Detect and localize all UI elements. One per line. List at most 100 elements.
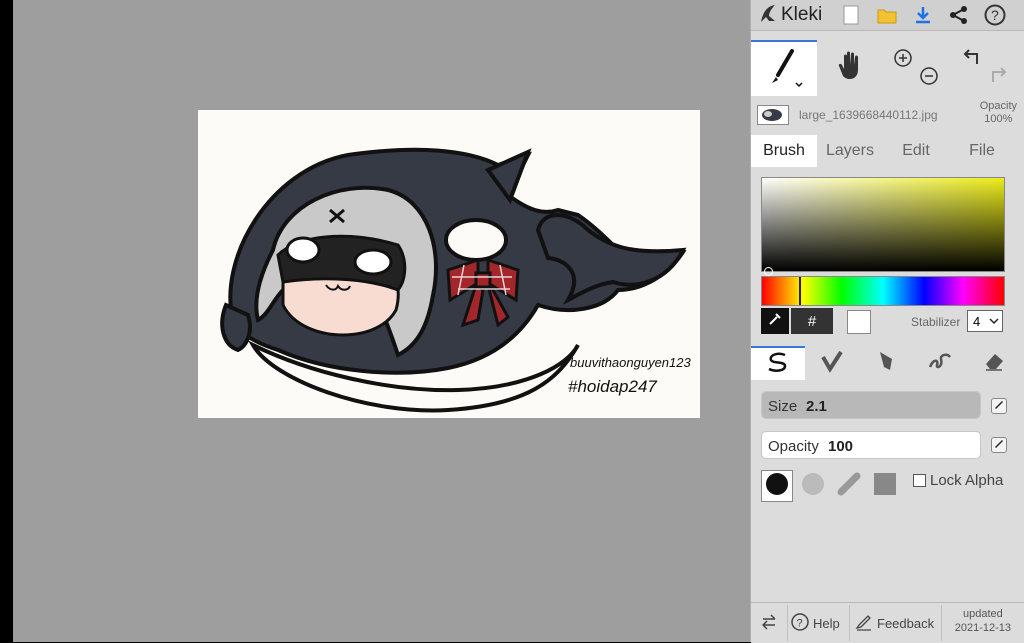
hue-slider[interactable] bbox=[761, 276, 1005, 306]
layer-thumbnail[interactable] bbox=[757, 105, 789, 125]
hand-tool-icon bbox=[835, 50, 865, 87]
pixel-brush-button[interactable] bbox=[913, 346, 967, 380]
feedback-icon bbox=[855, 613, 873, 634]
eraser-icon bbox=[982, 350, 1006, 377]
pen-brush-button[interactable] bbox=[751, 346, 805, 380]
file-info: large_1639668440112.jpg Opacity 100% bbox=[751, 98, 1024, 132]
new-file-icon[interactable] bbox=[839, 3, 863, 27]
pixel-brush-icon bbox=[927, 349, 953, 378]
calligraphy-shape-button[interactable] bbox=[833, 470, 865, 502]
app-logo[interactable]: Kleki bbox=[757, 3, 822, 27]
hand-tool-button[interactable] bbox=[817, 40, 883, 96]
size-pressure-toggle[interactable] bbox=[991, 398, 1007, 414]
chevron-down-icon bbox=[989, 311, 999, 338]
app-title: Kleki bbox=[781, 4, 823, 25]
layer-opacity-label: Opacity bbox=[979, 100, 1017, 112]
svg-text:?: ? bbox=[797, 617, 803, 629]
redo-icon[interactable] bbox=[989, 66, 1011, 91]
pen-brush-icon bbox=[763, 350, 793, 379]
canvas-workspace[interactable]: buuvithaonguyen123 #hoidap247 bbox=[13, 0, 750, 642]
left-edge bbox=[0, 0, 13, 642]
sketchy-brush-button[interactable] bbox=[859, 346, 913, 380]
artwork-drawing: buuvithaonguyen123 #hoidap247 bbox=[220, 147, 691, 413]
sketchy-brush-icon bbox=[874, 349, 898, 378]
stabilizer-value: 4 bbox=[973, 314, 981, 329]
panel-footer: ? Help Feedback updated 2021-12-13 bbox=[751, 602, 1024, 643]
stabilizer-label: Stabilizer bbox=[911, 315, 961, 329]
tab-brush[interactable]: Brush bbox=[751, 135, 817, 167]
drawing-canvas[interactable]: buuvithaonguyen123 #hoidap247 bbox=[198, 110, 700, 418]
layer-opacity-value: 100% bbox=[984, 113, 1013, 125]
panel-tabs: Brush Layers Edit File bbox=[751, 135, 1024, 167]
tool-selector bbox=[751, 40, 1024, 96]
pen-pressure-icon bbox=[993, 397, 1005, 415]
saturation-value-picker[interactable] bbox=[761, 177, 1005, 276]
top-toolbar: Kleki ? bbox=[751, 0, 1024, 31]
feedback-button[interactable]: Feedback bbox=[855, 611, 934, 635]
tab-layers[interactable]: Layers bbox=[817, 135, 883, 167]
footer-divider bbox=[849, 605, 850, 641]
opacity-value: 100 bbox=[828, 438, 854, 455]
sv-picker-marker[interactable] bbox=[764, 267, 773, 276]
hex-input-button[interactable]: # bbox=[791, 308, 833, 334]
share-icon[interactable] bbox=[947, 3, 971, 27]
color-tools-row: # Stabilizer 4 bbox=[761, 308, 1015, 336]
swap-icon bbox=[759, 612, 779, 635]
signature-line2: #hoidap247 bbox=[568, 377, 657, 396]
blend-brush-icon bbox=[820, 349, 844, 378]
feedback-label: Feedback bbox=[877, 615, 935, 631]
zoom-in-icon[interactable] bbox=[893, 48, 913, 73]
help-button[interactable]: ? Help bbox=[791, 611, 840, 635]
opacity-pressure-toggle[interactable] bbox=[991, 437, 1007, 453]
tab-file[interactable]: File bbox=[949, 135, 1015, 167]
zoom-out-icon[interactable] bbox=[919, 66, 939, 91]
undo-icon[interactable] bbox=[959, 48, 981, 73]
help-circle-icon[interactable]: ? bbox=[983, 3, 1007, 27]
opacity-label: Opacity bbox=[768, 438, 819, 455]
help-label: Help bbox=[813, 615, 840, 631]
square-shape-button[interactable] bbox=[869, 470, 901, 502]
file-name: large_1639668440112.jpg bbox=[799, 108, 938, 122]
orca-white-patch bbox=[444, 218, 508, 262]
brush-shape-row: Lock Alpha bbox=[761, 470, 1015, 504]
brush-tool-icon bbox=[764, 45, 804, 94]
lock-alpha-checkbox[interactable]: Lock Alpha bbox=[913, 472, 1003, 489]
tab-edit[interactable]: Edit bbox=[883, 135, 949, 167]
blend-brush-button[interactable] bbox=[805, 346, 859, 380]
history-buttons bbox=[949, 40, 1024, 96]
signature-line1: buuvithaonguyen123 bbox=[570, 355, 691, 370]
help-circle-icon: ? bbox=[791, 612, 809, 634]
size-value: 2.1 bbox=[806, 398, 827, 415]
hue-slider-marker[interactable] bbox=[799, 277, 801, 305]
download-icon[interactable] bbox=[911, 3, 935, 27]
size-label: Size bbox=[768, 398, 798, 415]
open-folder-icon[interactable] bbox=[875, 3, 899, 27]
brush-tool-button[interactable] bbox=[751, 40, 817, 96]
swap-side-button[interactable] bbox=[759, 611, 779, 635]
updated-date: 2021-12-13 bbox=[954, 622, 1011, 634]
opacity-slider[interactable]: Opacity 100 bbox=[761, 431, 981, 459]
zoom-buttons bbox=[883, 40, 949, 96]
footer-divider bbox=[787, 605, 788, 641]
size-slider[interactable]: Size 2.1 bbox=[761, 391, 981, 419]
square-icon bbox=[873, 472, 897, 501]
updated-info: updated 2021-12-13 bbox=[955, 607, 1011, 635]
kleki-logo-icon bbox=[757, 2, 779, 29]
side-panel: Kleki ? large_1639668440112.jpg Opacity … bbox=[750, 0, 1024, 643]
current-color-swatch[interactable] bbox=[847, 310, 871, 334]
eyedropper-button[interactable] bbox=[761, 308, 789, 334]
calligraphy-icon bbox=[837, 472, 861, 501]
character-left-eye bbox=[285, 236, 321, 264]
soft-shape-button[interactable] bbox=[797, 470, 829, 502]
eyedropper-icon bbox=[767, 311, 783, 332]
lock-alpha-box[interactable] bbox=[913, 474, 926, 487]
character-right-eye bbox=[353, 248, 393, 276]
stabilizer-select[interactable]: 4 bbox=[967, 310, 1003, 332]
updated-label: updated bbox=[962, 608, 1003, 620]
eraser-brush-button[interactable] bbox=[967, 346, 1021, 380]
filled-circle-icon bbox=[765, 472, 789, 501]
soft-circle-icon bbox=[801, 472, 825, 501]
lock-alpha-label: Lock Alpha bbox=[930, 472, 1004, 489]
circle-shape-button[interactable] bbox=[761, 470, 793, 502]
footer-divider bbox=[941, 605, 942, 641]
